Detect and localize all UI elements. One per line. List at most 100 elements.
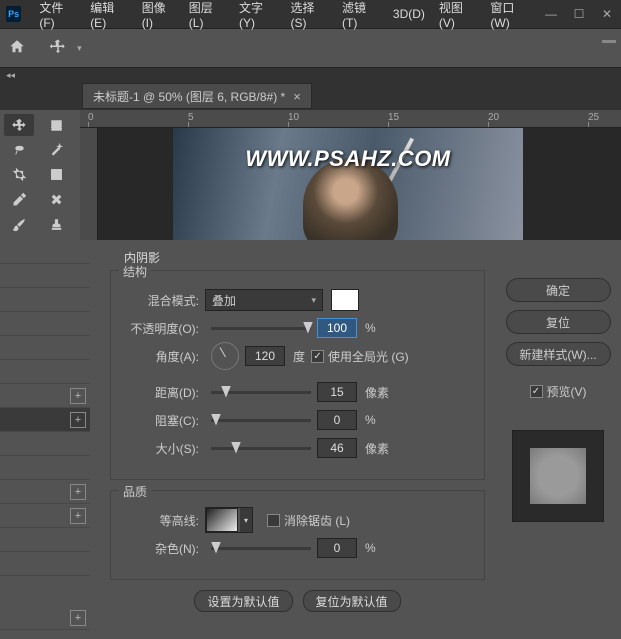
move-tool-icon[interactable]	[49, 38, 67, 59]
distance-label: 距离(D):	[121, 384, 199, 401]
effect-row[interactable]	[0, 360, 90, 384]
healing-tool[interactable]	[41, 188, 71, 210]
quality-group: 品质 等高线: ▾ 消除锯齿 (L) 杂色(N): 0 %	[110, 490, 485, 580]
percent-unit: %	[365, 541, 376, 555]
brush-tool[interactable]	[4, 213, 34, 235]
menu-edit[interactable]: 编辑(E)	[84, 0, 134, 28]
choke-slider[interactable]	[211, 419, 311, 422]
stamp-tool[interactable]	[41, 213, 71, 235]
marquee-tool[interactable]	[41, 114, 71, 136]
window-controls: — ☐ ✕	[537, 4, 621, 24]
reset-button[interactable]: 复位	[506, 310, 611, 334]
angle-dial[interactable]	[211, 342, 239, 370]
document-tabs: 未标题-1 @ 50% (图层 6, RGB/8#) * ×	[0, 82, 621, 110]
global-light-checkbox[interactable]	[311, 350, 324, 363]
frame-tool[interactable]	[41, 164, 71, 186]
global-light-label: 使用全局光 (G)	[328, 348, 409, 365]
move-tool[interactable]	[4, 114, 34, 136]
canvas-area: 0 5 10 15 20 25 WWW.PSAHZ.COM	[0, 110, 621, 240]
preview-box	[512, 430, 604, 522]
crop-tool[interactable]	[4, 164, 34, 186]
preview-label: 预览(V)	[547, 383, 587, 400]
opacity-label: 不透明度(O):	[121, 320, 199, 337]
effect-row-active[interactable]: +	[0, 408, 90, 432]
effect-row[interactable]	[0, 456, 90, 480]
close-button[interactable]: ✕	[593, 4, 621, 24]
wand-tool[interactable]	[41, 139, 71, 161]
effect-row[interactable]	[0, 552, 90, 576]
default-buttons: 设置为默认值 复位为默认值	[110, 590, 485, 612]
menu-select[interactable]: 选择(S)	[285, 0, 335, 28]
menu-window[interactable]: 窗口(W)	[484, 0, 537, 28]
reset-default-button[interactable]: 复位为默认值	[303, 590, 401, 612]
effect-row[interactable]	[0, 528, 90, 552]
opacity-slider[interactable]	[211, 327, 311, 330]
blend-mode-select[interactable]: 叠加▾	[205, 289, 323, 311]
menu-view[interactable]: 视图(V)	[433, 0, 483, 28]
blend-mode-label: 混合模式:	[121, 292, 199, 309]
size-input[interactable]: 46	[317, 438, 357, 458]
tool-options-chevron-icon[interactable]: ▾	[77, 43, 82, 54]
title-bar: Ps 文件(F) 编辑(E) 图像(I) 图层(L) 文字(Y) 选择(S) 滤…	[0, 0, 621, 28]
effect-row[interactable]: +	[0, 480, 90, 504]
minimize-button[interactable]: —	[537, 4, 565, 24]
new-style-button[interactable]: 新建样式(W)...	[506, 342, 611, 366]
menu-layer[interactable]: 图层(L)	[183, 0, 231, 28]
effect-row[interactable]	[0, 288, 90, 312]
plus-icon[interactable]: +	[70, 484, 86, 500]
antialias-label: 消除锯齿 (L)	[284, 512, 350, 529]
effect-row[interactable]: +	[0, 384, 90, 408]
document-tab[interactable]: 未标题-1 @ 50% (图层 6, RGB/8#) * ×	[82, 83, 312, 109]
vertical-ruler	[80, 110, 98, 240]
group-label: 品质	[119, 483, 151, 500]
toolbox	[0, 110, 80, 240]
preview-swatch	[530, 448, 586, 504]
plus-icon[interactable]: +	[70, 388, 86, 404]
set-default-button[interactable]: 设置为默认值	[194, 590, 292, 612]
noise-input[interactable]: 0	[317, 538, 357, 558]
menu-text[interactable]: 文字(Y)	[233, 0, 283, 28]
effect-row[interactable]: +	[0, 606, 90, 630]
opacity-input[interactable]: 100	[317, 318, 357, 338]
distance-input[interactable]: 15	[317, 382, 357, 402]
angle-input[interactable]: 120	[245, 346, 285, 366]
collapse-row[interactable]: ◂◂	[0, 68, 621, 82]
effect-row[interactable]: +	[0, 504, 90, 528]
effect-row[interactable]	[0, 432, 90, 456]
home-icon[interactable]	[8, 38, 26, 59]
effect-row[interactable]	[0, 336, 90, 360]
tab-title: 未标题-1 @ 50% (图层 6, RGB/8#) *	[93, 88, 285, 105]
ok-button[interactable]: 确定	[506, 278, 611, 302]
px-unit: 像素	[365, 384, 389, 401]
choke-input[interactable]: 0	[317, 410, 357, 430]
menu-3d[interactable]: 3D(D)	[387, 0, 431, 28]
dialog-area: + + + + + 内阴影 结构 混合模式: 叠加▾ 不透明度(O): 100 …	[0, 240, 621, 639]
color-swatch[interactable]	[331, 289, 359, 311]
plus-icon[interactable]: +	[70, 610, 86, 626]
menu-image[interactable]: 图像(I)	[136, 0, 181, 28]
options-bar: | ▾	[0, 28, 621, 68]
plus-icon[interactable]: +	[70, 508, 86, 524]
menu-filter[interactable]: 滤镜(T)	[336, 0, 385, 28]
canvas-image[interactable]: WWW.PSAHZ.COM	[173, 128, 523, 240]
plus-icon[interactable]: +	[70, 412, 86, 428]
effect-row[interactable]	[0, 264, 90, 288]
menu-file[interactable]: 文件(F)	[33, 0, 82, 28]
preview-checkbox[interactable]	[530, 385, 543, 398]
percent-unit: %	[365, 321, 376, 335]
distance-slider[interactable]	[211, 391, 311, 394]
antialias-checkbox[interactable]	[267, 514, 280, 527]
size-slider[interactable]	[211, 447, 311, 450]
scroll-handle[interactable]	[602, 40, 616, 43]
noise-slider[interactable]	[211, 547, 311, 550]
effect-row[interactable]	[0, 312, 90, 336]
structure-group: 结构 混合模式: 叠加▾ 不透明度(O): 100 % 角度(A): 120 度…	[110, 270, 485, 480]
close-icon[interactable]: ×	[293, 89, 301, 104]
effect-row[interactable]	[0, 240, 90, 264]
inner-shadow-panel: 内阴影 结构 混合模式: 叠加▾ 不透明度(O): 100 % 角度(A): 1…	[110, 270, 485, 625]
dialog-sidebar: 确定 复位 新建样式(W)... 预览(V)	[503, 278, 613, 522]
maximize-button[interactable]: ☐	[565, 4, 593, 24]
eyedropper-tool[interactable]	[4, 188, 34, 210]
contour-picker[interactable]: ▾	[205, 507, 253, 533]
lasso-tool[interactable]	[4, 139, 34, 161]
